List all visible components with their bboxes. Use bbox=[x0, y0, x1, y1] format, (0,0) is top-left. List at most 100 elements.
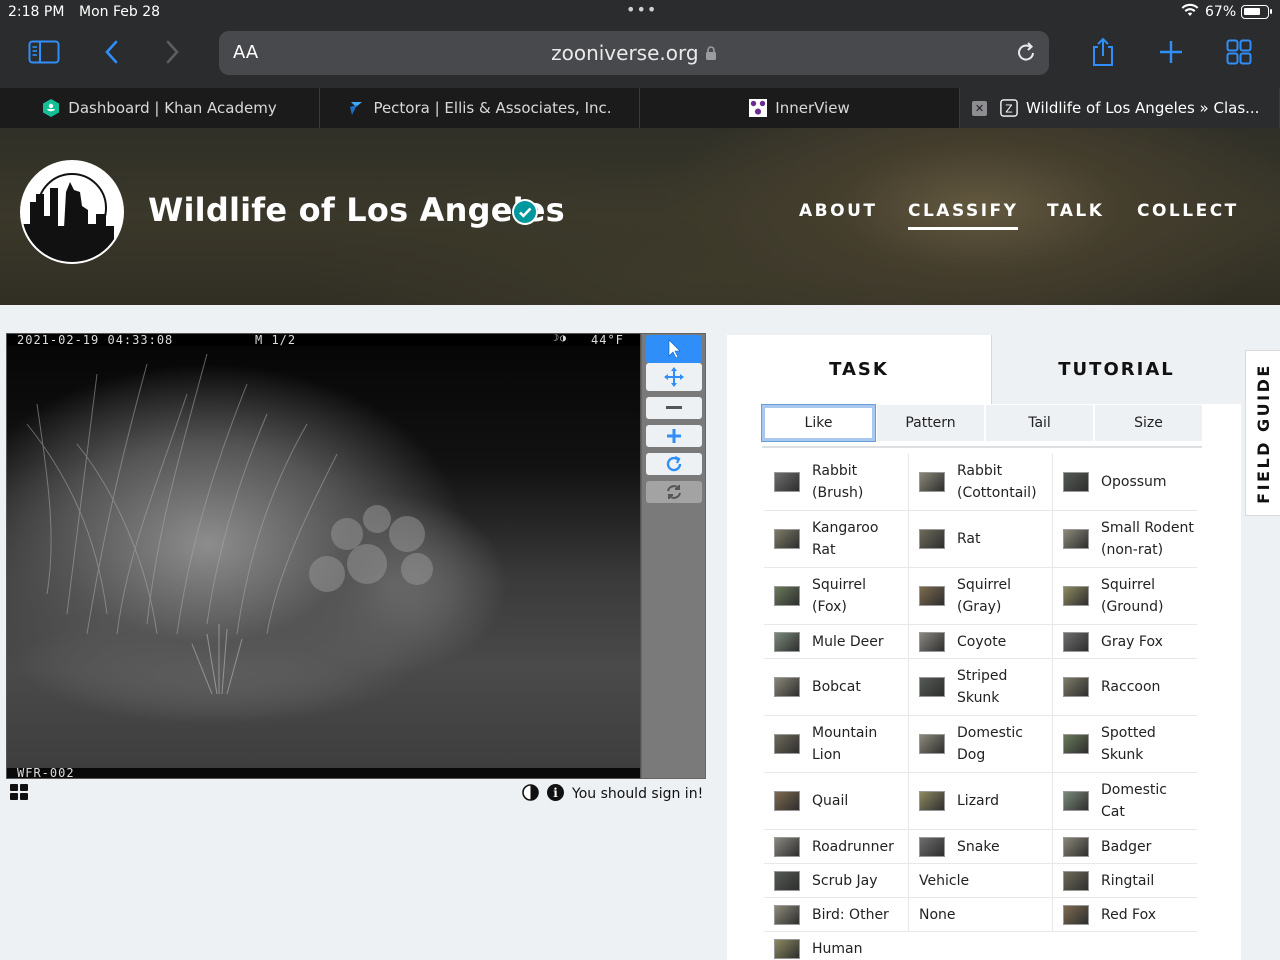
choice-kangaroo-rat[interactable]: Kangaroo Rat bbox=[764, 511, 908, 567]
choice-badger[interactable]: Badger bbox=[1052, 830, 1196, 863]
choice-label: Ringtail bbox=[1101, 872, 1155, 889]
choice-raccoon[interactable]: Raccoon bbox=[1052, 659, 1196, 715]
subject-image[interactable]: 2021-02-19 04:33:08 M 1/2 ☽◑ 44°F WFR-00… bbox=[6, 333, 641, 779]
tab-overview-icon[interactable] bbox=[1226, 34, 1252, 70]
choice-thumbnail bbox=[1063, 677, 1089, 697]
choice-empty bbox=[1052, 932, 1196, 960]
choice-coyote[interactable]: Coyote bbox=[908, 625, 1052, 658]
choice-bird-other[interactable]: Bird: Other bbox=[764, 898, 908, 931]
invert-colors-icon[interactable] bbox=[522, 784, 539, 805]
choice-lizard[interactable]: Lizard bbox=[908, 773, 1052, 829]
choice-mule-deer[interactable]: Mule Deer bbox=[764, 625, 908, 658]
choice-quail[interactable]: Quail bbox=[764, 773, 908, 829]
innerview-icon bbox=[749, 99, 768, 117]
field-guide-button[interactable]: FIELD GUIDE bbox=[1245, 350, 1280, 516]
choice-label: Striped Skunk bbox=[957, 668, 1008, 706]
tab-label: Wildlife of Los Angeles » Clas... bbox=[1026, 99, 1260, 117]
choice-thumbnail bbox=[1063, 529, 1089, 549]
choice-thumbnail bbox=[774, 586, 800, 606]
camera-timestamp: 2021-02-19 04:33:08 bbox=[17, 333, 174, 347]
choice-gray-fox[interactable]: Gray Fox bbox=[1052, 625, 1196, 658]
choice-label: Badger bbox=[1101, 838, 1152, 855]
nav-talk[interactable]: TALK bbox=[1047, 201, 1104, 221]
browser-tab-pectora[interactable]: Pectora | Ellis & Associates, Inc. bbox=[320, 88, 640, 128]
choice-label: Opossum bbox=[1101, 474, 1167, 490]
pan-tool-button[interactable] bbox=[646, 363, 702, 391]
share-icon[interactable] bbox=[1090, 34, 1116, 70]
tab-task[interactable]: TASK bbox=[727, 335, 991, 404]
reset-button[interactable] bbox=[646, 481, 702, 503]
choice-label: Rabbit (Brush) bbox=[812, 463, 864, 501]
browser-tab-zooniverse[interactable]: ✕ Z Wildlife of Los Angeles » Clas... bbox=[960, 88, 1280, 128]
status-bar: 2:18 PM Mon Feb 28 ••• 67% bbox=[0, 0, 1280, 26]
choice-squirrel-ground[interactable]: Squirrel (Ground) bbox=[1052, 568, 1196, 624]
reload-icon[interactable] bbox=[1015, 40, 1037, 68]
choice-opossum[interactable]: Opossum bbox=[1052, 454, 1196, 510]
pointer-tool-button[interactable] bbox=[646, 335, 702, 363]
choice-squirrel-gray[interactable]: Squirrel (Gray) bbox=[908, 568, 1052, 624]
choice-vehicle[interactable]: Vehicle bbox=[908, 864, 1052, 897]
choice-domestic-cat[interactable]: Domestic Cat bbox=[1052, 773, 1196, 829]
choice-label: Raccoon bbox=[1101, 679, 1161, 695]
choice-rat[interactable]: Rat bbox=[908, 511, 1052, 567]
choice-snake[interactable]: Snake bbox=[908, 830, 1052, 863]
multitasking-dots-icon[interactable]: ••• bbox=[626, 0, 657, 19]
battery-icon bbox=[1241, 5, 1272, 19]
choice-thumbnail bbox=[919, 734, 945, 754]
choice-label: Squirrel (Ground) bbox=[1101, 577, 1164, 615]
filter-pattern[interactable]: Pattern bbox=[877, 405, 984, 441]
choice-roadrunner[interactable]: Roadrunner bbox=[764, 830, 908, 863]
tab-tutorial[interactable]: TUTORIAL bbox=[991, 335, 1241, 404]
choice-label: Small Rodent (non-rat) bbox=[1101, 520, 1194, 558]
choice-ringtail[interactable]: Ringtail bbox=[1052, 864, 1196, 897]
choice-striped-skunk[interactable]: Striped Skunk bbox=[908, 659, 1052, 715]
choice-none[interactable]: None bbox=[908, 898, 1052, 931]
rotate-button[interactable] bbox=[646, 453, 702, 475]
nav-about[interactable]: ABOUT bbox=[799, 201, 877, 221]
choice-scrub-jay[interactable]: Scrub Jay bbox=[764, 864, 908, 897]
project-avatar[interactable] bbox=[20, 160, 124, 264]
tab-label: Dashboard | Khan Academy bbox=[68, 99, 277, 117]
filter-like[interactable]: Like bbox=[761, 404, 876, 442]
sidebar-toggle-icon[interactable] bbox=[26, 34, 62, 70]
choice-spotted-skunk[interactable]: Spotted Skunk bbox=[1052, 716, 1196, 772]
forward-icon[interactable] bbox=[162, 34, 184, 70]
zoom-in-button[interactable] bbox=[646, 425, 702, 447]
close-tab-icon[interactable]: ✕ bbox=[972, 101, 987, 116]
zoom-out-button[interactable] bbox=[646, 397, 702, 419]
choice-row: Kangaroo Rat Rat Small Rodent (non-rat) bbox=[764, 511, 1197, 568]
browser-tab-innerview[interactable]: InnerView bbox=[640, 88, 960, 128]
choice-mountain-lion[interactable]: Mountain Lion bbox=[764, 716, 908, 772]
choice-rabbit-brush[interactable]: Rabbit (Brush) bbox=[764, 454, 908, 510]
choice-small-rodent-non-rat[interactable]: Small Rodent (non-rat) bbox=[1052, 511, 1196, 567]
pectora-icon bbox=[347, 99, 365, 117]
choice-squirrel-fox[interactable]: Squirrel (Fox) bbox=[764, 568, 908, 624]
nav-classify[interactable]: CLASSIFY bbox=[908, 201, 1019, 230]
choice-label: Mountain Lion bbox=[812, 725, 878, 763]
choice-domestic-dog[interactable]: Domestic Dog bbox=[908, 716, 1052, 772]
choice-row: Roadrunner Snake Badger bbox=[764, 830, 1197, 864]
choice-label: Human bbox=[812, 940, 863, 957]
back-icon[interactable] bbox=[100, 34, 122, 70]
choice-row: Scrub Jay Vehicle Ringtail bbox=[764, 864, 1197, 898]
filter-size[interactable]: Size bbox=[1095, 405, 1202, 441]
info-icon[interactable]: i bbox=[547, 784, 564, 801]
project-title[interactable]: Wildlife of Los Angeles bbox=[148, 191, 565, 229]
choice-red-fox[interactable]: Red Fox bbox=[1052, 898, 1196, 931]
filter-tail[interactable]: Tail bbox=[986, 405, 1093, 441]
new-tab-icon[interactable] bbox=[1158, 34, 1184, 70]
nav-collect[interactable]: COLLECT bbox=[1137, 201, 1239, 221]
choice-rabbit-cottontail[interactable]: Rabbit (Cottontail) bbox=[908, 454, 1052, 510]
flipbook-grid-icon[interactable] bbox=[10, 784, 28, 804]
choice-thumbnail bbox=[1063, 586, 1089, 606]
camera-moon-phase: ☽◑ bbox=[553, 333, 568, 344]
choice-bobcat[interactable]: Bobcat bbox=[764, 659, 908, 715]
choice-row: Bobcat Striped Skunk Raccoon bbox=[764, 659, 1197, 716]
address-bar[interactable]: AA zooniverse.org bbox=[219, 31, 1049, 75]
choice-row: Quail Lizard Domestic Cat bbox=[764, 773, 1197, 830]
browser-tab-khan[interactable]: Dashboard | Khan Academy bbox=[0, 88, 320, 128]
wifi-icon bbox=[1181, 3, 1199, 21]
choice-label: Snake bbox=[957, 838, 1000, 855]
choice-human[interactable]: Human bbox=[764, 932, 908, 960]
tab-label: InnerView bbox=[775, 99, 850, 117]
